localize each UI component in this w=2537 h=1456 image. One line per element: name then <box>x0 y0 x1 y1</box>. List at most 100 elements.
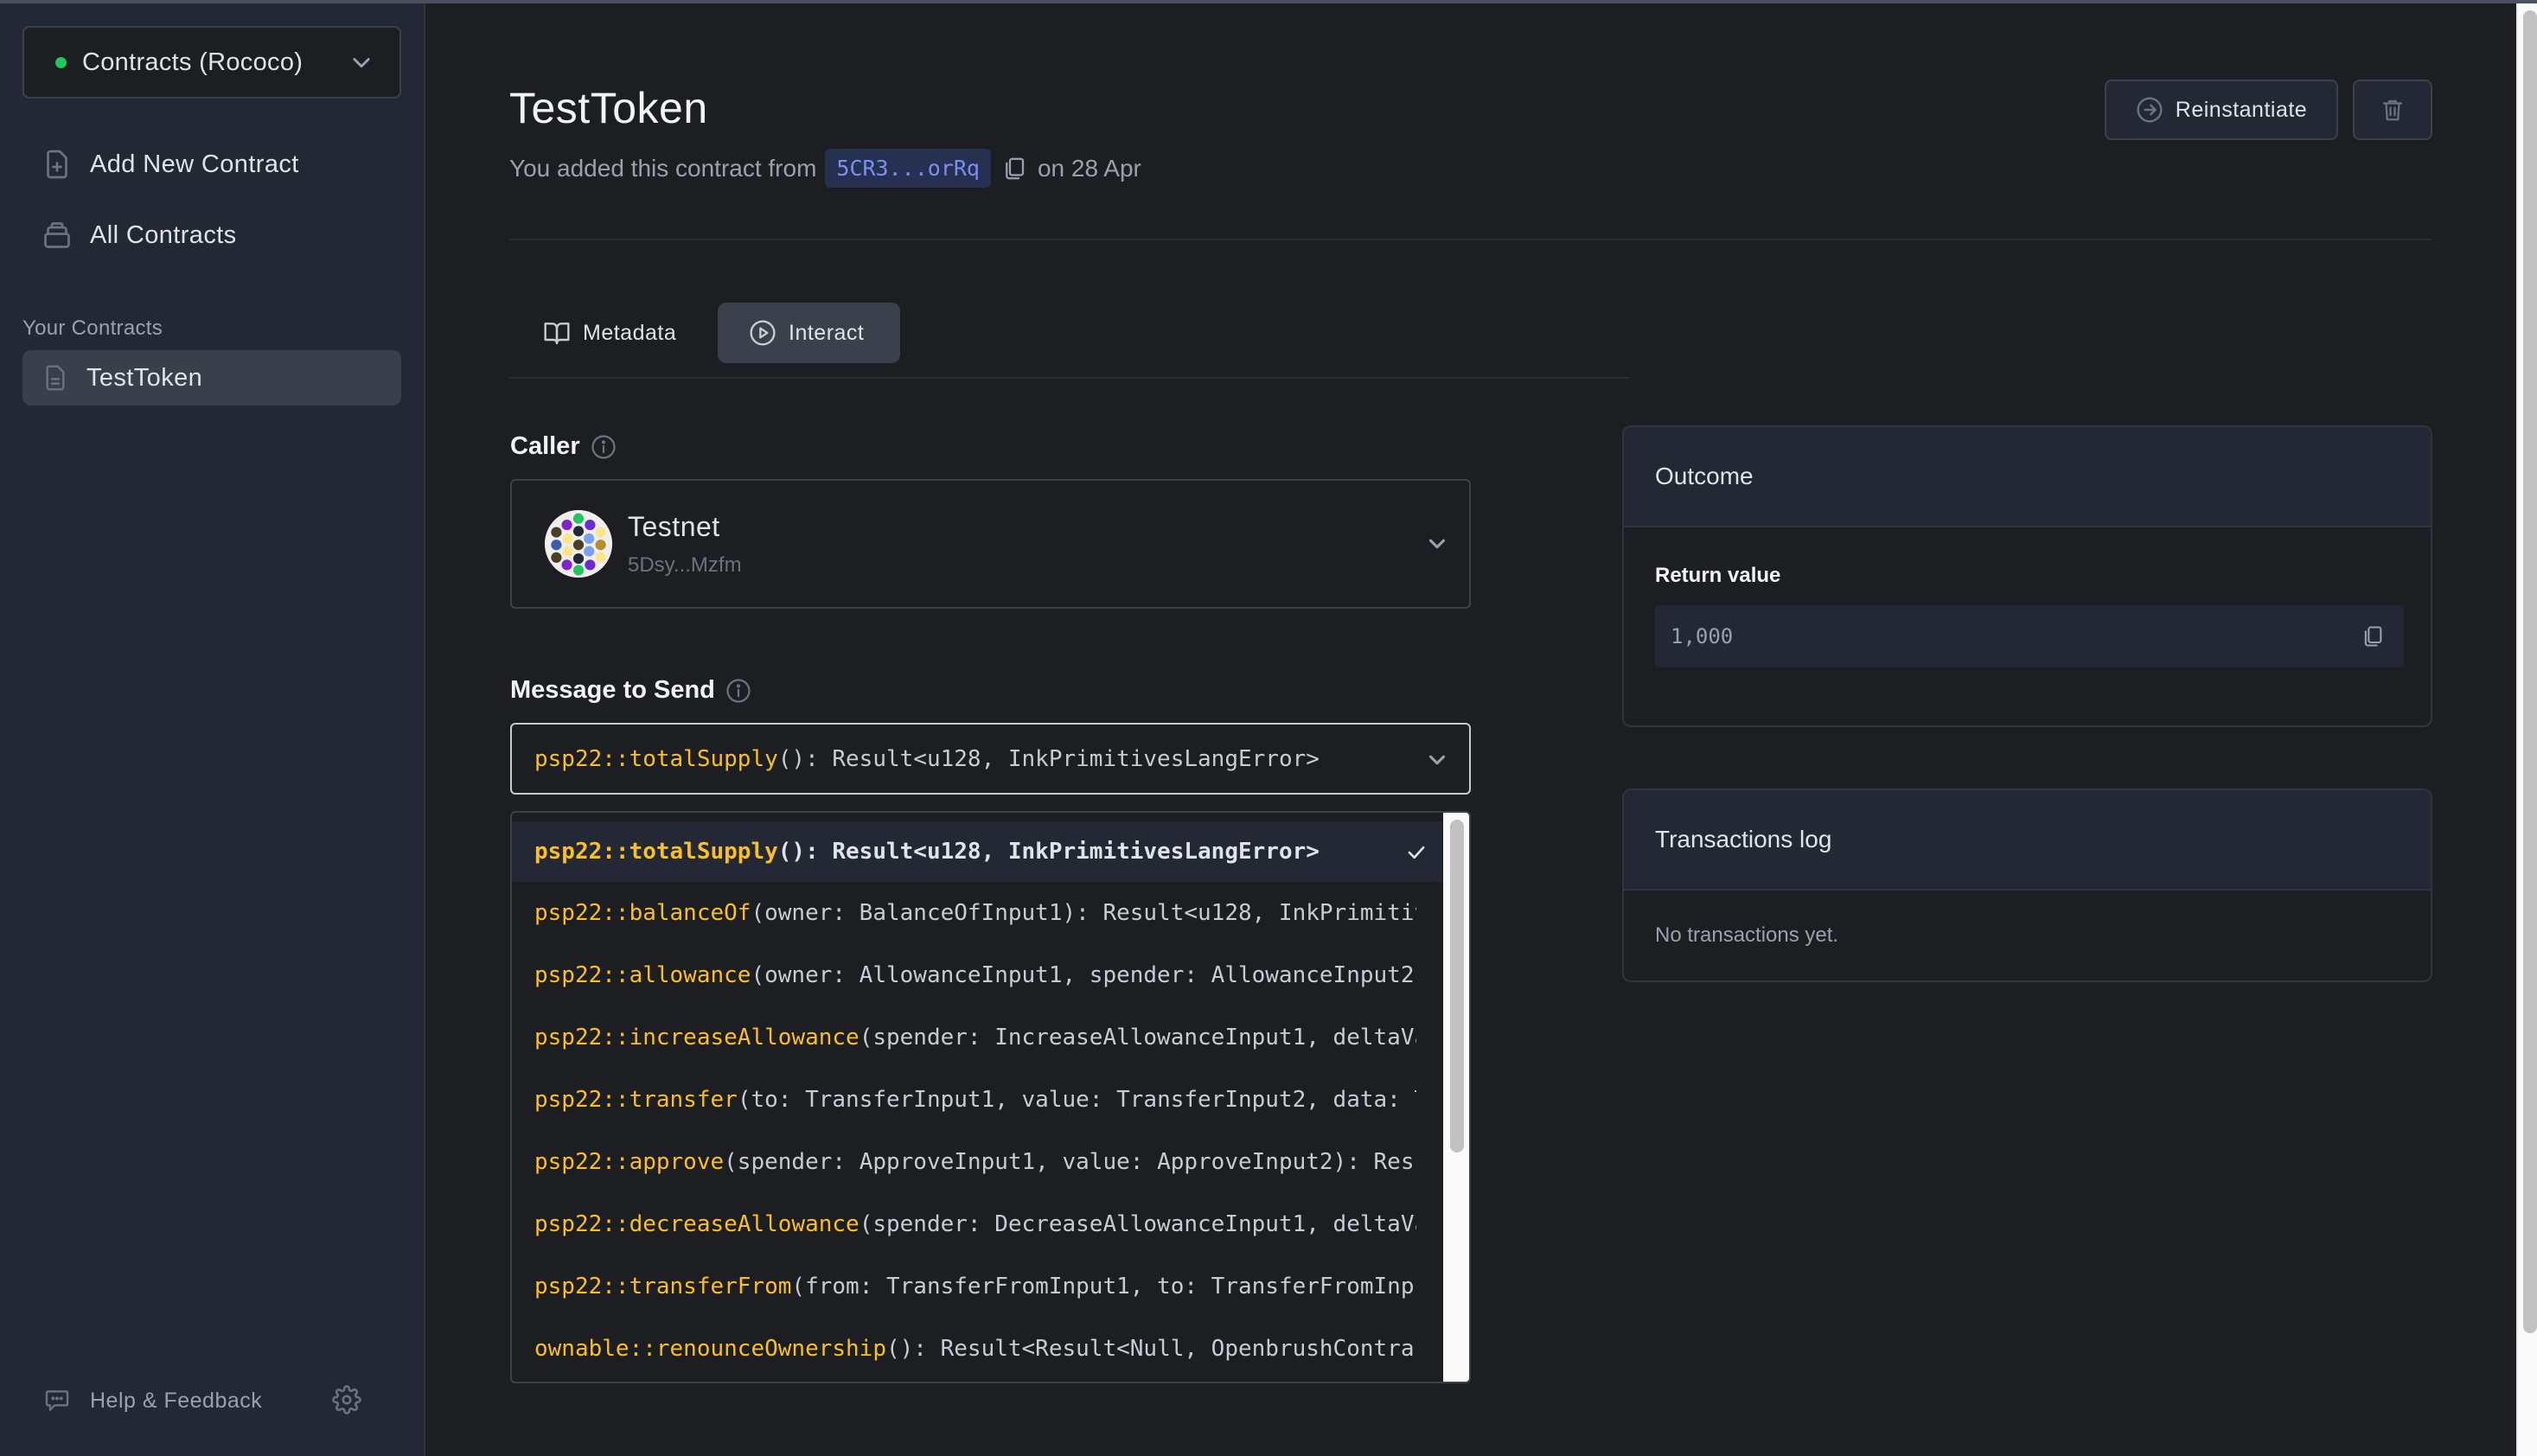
caller-account-name: Testnet <box>628 510 720 542</box>
transactions-log-title: Transactions log <box>1624 790 2431 891</box>
message-select[interactable]: psp22::totalSupply(): Result<u128, InkPr… <box>510 723 1471 795</box>
chevron-down-icon <box>1428 755 1446 765</box>
return-value-field: 1,000 <box>1655 605 2404 667</box>
reinstantiate-button[interactable]: Reinstantiate <box>2105 80 2338 140</box>
message-fn-signature: (spender: DecreaseAllowanceInput1, delta… <box>859 1211 1416 1237</box>
message-fn-signature: (): Result<u128, InkPrimitivesLangError> <box>777 839 1320 865</box>
page-title: TestToken <box>509 84 708 132</box>
caller-label-row: Caller <box>510 432 617 461</box>
tab-metadata[interactable]: Metadata <box>522 303 697 363</box>
info-icon[interactable] <box>591 434 617 460</box>
reinstantiate-label: Reinstantiate <box>2175 97 2308 122</box>
message-label: Message to Send <box>510 676 715 704</box>
sidebar-footer: Help & Feedback <box>43 1382 372 1420</box>
file-plus-icon <box>47 150 67 179</box>
message-fn-name: psp22::totalSupply <box>534 839 778 865</box>
message-fn-name: psp22::totalSupply <box>534 745 778 772</box>
message-fn-signature: (owner: BalanceOfInput1): Result<u128, I… <box>751 900 1416 926</box>
message-option[interactable]: psp22::transfer(to: TransferInput1, valu… <box>512 1069 1442 1131</box>
message-option[interactable]: psp22::totalSupply(): Result<u128, InkPr… <box>512 821 1442 882</box>
message-option[interactable]: psp22::approve(spender: ApproveInput1, v… <box>512 1131 1442 1193</box>
message-option[interactable]: psp22::balanceOf(owner: BalanceOfInput1)… <box>512 882 1442 944</box>
return-value: 1,000 <box>1671 624 1734 648</box>
message-fn-name: psp22::increaseAllowance <box>534 1025 860 1050</box>
play-circle-icon <box>750 320 776 346</box>
message-option[interactable]: ownable::renounceOwnership(): Result<Res… <box>512 1318 1442 1380</box>
message-option-signature: psp22::allowance(owner: AllowanceInput1,… <box>534 962 1416 988</box>
contract-subtitle: You added this contract from 5CR3...orRq… <box>509 149 1141 188</box>
message-option[interactable]: psp22::transferFrom(from: TransferFromIn… <box>512 1255 1442 1318</box>
tabs-divider <box>509 377 1630 379</box>
message-fn-signature: (): Result<Result<Null, OpenbrushContrac… <box>886 1336 1416 1362</box>
book-icon <box>544 322 570 345</box>
message-fn-signature: (to: TransferInput1, value: TransferInpu… <box>737 1087 1416 1113</box>
message-fn-name: psp22::allowance <box>534 962 751 988</box>
delete-contract-button[interactable] <box>2353 80 2432 140</box>
page-scrollbar[interactable] <box>2516 3 2537 1456</box>
subtitle-suffix: on 28 Apr <box>1037 154 1141 182</box>
network-status-dot <box>55 56 67 68</box>
message-fn-name: psp22::balanceOf <box>534 900 751 926</box>
document-icon <box>46 365 65 391</box>
caller-account-address: 5Dsy...Mzfm <box>628 552 742 577</box>
account-identicon <box>545 510 612 578</box>
page-scrollbar-thumb[interactable] <box>2523 10 2537 1333</box>
message-option-signature: psp22::transfer(to: TransferInput1, valu… <box>534 1087 1416 1113</box>
sidebar: Contracts (Rococo) Add New Contract All … <box>0 3 425 1456</box>
message-fn-signature: (): Result<u128, InkPrimitivesLangError> <box>777 745 1320 772</box>
sidebar-item-add-new-contract[interactable]: Add New Contract <box>22 137 401 192</box>
message-option[interactable]: psp22::allowance(owner: AllowanceInput1,… <box>512 944 1442 1006</box>
copy-icon[interactable] <box>2361 623 2385 650</box>
dropdown-scrollbar-thumb[interactable] <box>1450 820 1464 1153</box>
caller-account-select[interactable]: Testnet 5Dsy...Mzfm <box>510 479 1471 609</box>
message-option-signature: psp22::decreaseAllowance(spender: Decrea… <box>534 1211 1416 1237</box>
caller-label: Caller <box>510 432 580 460</box>
message-option-signature: psp22::transferFrom(from: TransferFromIn… <box>534 1274 1416 1300</box>
message-option-signature: psp22::approve(spender: ApproveInput1, v… <box>534 1149 1416 1175</box>
help-feedback-label: Help & Feedback <box>90 1388 263 1413</box>
message-fn-name: ownable::renounceOwnership <box>534 1336 886 1362</box>
chat-bubble-icon <box>45 1390 69 1411</box>
section-label-your-contracts: Your Contracts <box>22 316 163 340</box>
contract-address-badge[interactable]: 5CR3...orRq <box>825 149 991 188</box>
trash-icon <box>2382 99 2403 121</box>
sidebar-item-label: TestToken <box>86 363 203 392</box>
dropdown-scrollbar[interactable] <box>1443 813 1469 1382</box>
network-selector[interactable]: Contracts (Rococo) <box>22 26 401 99</box>
message-dropdown-list: psp22::totalSupply(): Result<u128, InkPr… <box>510 811 1471 1383</box>
tab-label: Interact <box>789 320 865 345</box>
message-option[interactable]: psp22::decreaseAllowance(spender: Decrea… <box>512 1193 1442 1255</box>
tab-label: Metadata <box>583 320 677 345</box>
message-fn-signature: (spender: ApproveInput1, value: ApproveI… <box>724 1149 1416 1175</box>
info-icon[interactable] <box>725 678 751 704</box>
message-fn-signature: (from: TransferFromInput1, to: TransferF… <box>791 1274 1416 1300</box>
header-divider <box>509 239 2432 240</box>
transactions-log-card: Transactions log No transactions yet. <box>1622 789 2432 982</box>
selected-message: psp22::totalSupply(): Result<u128, InkPr… <box>534 746 1320 772</box>
message-fn-name: psp22::approve <box>534 1149 725 1175</box>
message-option[interactable]: psp22::increaseAllowance(spender: Increa… <box>512 1006 1442 1069</box>
outcome-card: Outcome Return value 1,000 <box>1622 425 2432 727</box>
sidebar-item-testtoken[interactable]: TestToken <box>22 350 401 406</box>
message-fn-signature: (spender: IncreaseAllowanceInput1, delta… <box>859 1025 1416 1050</box>
message-label-row: Message to Send <box>510 676 751 705</box>
message-fn-name: psp22::transferFrom <box>534 1274 792 1300</box>
chevron-down-icon <box>1428 539 1446 549</box>
message-options: psp22::totalSupply(): Result<u128, InkPr… <box>512 821 1442 1380</box>
sidebar-item-label: Add New Contract <box>90 150 299 178</box>
stack-icon <box>44 222 70 248</box>
subtitle-prefix: You added this contract from <box>509 154 817 182</box>
return-value-label: Return value <box>1655 564 1781 587</box>
message-option-signature: psp22::totalSupply(): Result<u128, InkPr… <box>534 839 1416 865</box>
sidebar-item-all-contracts[interactable]: All Contracts <box>22 208 401 263</box>
gear-icon[interactable] <box>332 1385 361 1414</box>
message-option-signature: psp22::balanceOf(owner: BalanceOfInput1)… <box>534 900 1416 926</box>
copy-icon[interactable] <box>1001 155 1027 182</box>
check-icon <box>1408 846 1425 859</box>
sidebar-item-label: All Contracts <box>90 220 237 249</box>
tab-interact[interactable]: Interact <box>718 303 900 363</box>
outcome-title: Outcome <box>1624 427 2431 527</box>
help-feedback-link[interactable]: Help & Feedback <box>43 1387 262 1414</box>
chevron-down-icon <box>353 58 370 68</box>
message-option-signature: psp22::increaseAllowance(spender: Increa… <box>534 1025 1416 1050</box>
